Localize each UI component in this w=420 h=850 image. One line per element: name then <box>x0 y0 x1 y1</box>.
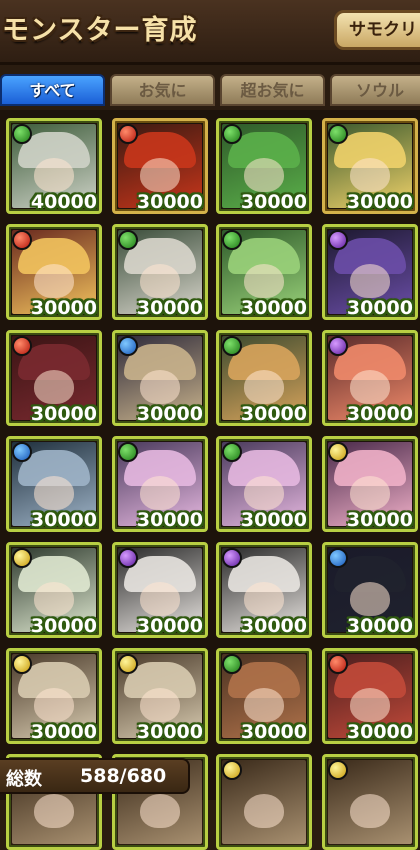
monster-level: 30000 <box>346 297 413 319</box>
light-icon <box>12 654 32 674</box>
tab-favorites[interactable]: お気に <box>110 74 215 106</box>
fire-icon <box>12 336 32 356</box>
monster-card[interactable]: 30000 <box>112 224 208 320</box>
wood-icon <box>118 442 138 462</box>
dark-icon <box>328 230 348 250</box>
light-icon <box>222 760 242 780</box>
monster-level: 30000 <box>30 721 97 743</box>
monster-level: 30000 <box>240 191 307 213</box>
monster-card[interactable]: 30000 <box>6 436 102 532</box>
monster-level: 30000 <box>136 615 203 637</box>
monster-card[interactable] <box>322 754 418 850</box>
total-count-bar: 総数 588/680 <box>0 758 190 794</box>
monster-card[interactable]: 30000 <box>6 330 102 426</box>
wood-icon <box>222 442 242 462</box>
tab-super-favorites[interactable]: 超お気に <box>220 74 325 106</box>
monster-level: 30000 <box>136 509 203 531</box>
monster-card[interactable]: 30000 <box>322 436 418 532</box>
monster-card[interactable]: 30000 <box>112 330 208 426</box>
monster-card[interactable]: 30000 <box>216 224 312 320</box>
light-icon <box>328 760 348 780</box>
monster-card[interactable]: 30000 <box>112 648 208 744</box>
monster-card[interactable]: 30000 <box>216 118 312 214</box>
tab-soul[interactable]: ソウル <box>330 74 420 106</box>
water-icon <box>328 548 348 568</box>
monster-level: 30000 <box>30 615 97 637</box>
total-label: 総数 <box>6 769 42 790</box>
monster-level: 30000 <box>136 297 203 319</box>
light-icon <box>118 654 138 674</box>
monster-level: 30000 <box>136 721 203 743</box>
monster-level: 30000 <box>30 297 97 319</box>
monster-card[interactable]: 30000 <box>6 224 102 320</box>
dark-icon <box>118 548 138 568</box>
light-icon <box>12 548 32 568</box>
wood-icon <box>222 654 242 674</box>
monster-card[interactable]: 30000 <box>6 542 102 638</box>
total-value: 588/680 <box>80 765 167 787</box>
page-title: モンスター育成 <box>2 15 198 46</box>
dark-icon <box>222 548 242 568</box>
monster-card[interactable]: 30000 <box>112 118 208 214</box>
monster-level: 30000 <box>240 721 307 743</box>
monster-level: 30000 <box>346 509 413 531</box>
monster-level: 30000 <box>240 403 307 425</box>
monster-card[interactable]: 30000 <box>322 648 418 744</box>
monster-level: 30000 <box>346 403 413 425</box>
monster-card[interactable]: 30000 <box>112 542 208 638</box>
fire-icon <box>118 124 138 144</box>
monster-card[interactable]: 30000 <box>322 542 418 638</box>
wood-icon <box>118 230 138 250</box>
tab-all[interactable]: すべて <box>0 74 105 106</box>
monster-level: 30000 <box>136 403 203 425</box>
monster-level: 40000 <box>30 191 97 213</box>
monster-card[interactable]: 30000 <box>216 436 312 532</box>
monster-level: 30000 <box>240 615 307 637</box>
monster-level: 30000 <box>240 509 307 531</box>
monster-card[interactable] <box>216 754 312 850</box>
filter-tabs: すべて お気に 超お気に ソウル <box>0 70 420 110</box>
summon-clear-button[interactable]: サモクリ <box>334 10 420 50</box>
monster-level: 30000 <box>346 615 413 637</box>
wood-icon <box>222 230 242 250</box>
wood-icon <box>222 124 242 144</box>
monster-card[interactable]: 30000 <box>216 330 312 426</box>
header: モンスター育成 サモクリ <box>0 0 420 65</box>
monster-grid: 40000 30000 30000 30000 30000 30000 30000 30000… <box>0 110 420 850</box>
monster-card[interactable]: 30000 <box>322 224 418 320</box>
monster-level: 30000 <box>30 403 97 425</box>
monster-card[interactable]: 30000 <box>216 648 312 744</box>
water-icon <box>118 336 138 356</box>
monster-level: 30000 <box>30 509 97 531</box>
wood-icon <box>12 124 32 144</box>
monster-card[interactable]: 30000 <box>6 648 102 744</box>
monster-level: 30000 <box>346 721 413 743</box>
water-icon <box>12 442 32 462</box>
monster-level: 30000 <box>346 191 413 213</box>
wood-icon <box>328 124 348 144</box>
fire-icon <box>328 654 348 674</box>
monster-card[interactable]: 30000 <box>112 436 208 532</box>
monster-card[interactable]: 30000 <box>322 330 418 426</box>
monster-card[interactable]: 30000 <box>322 118 418 214</box>
fire-icon <box>12 230 32 250</box>
monster-level: 30000 <box>240 297 307 319</box>
dark-icon <box>328 336 348 356</box>
wood-icon <box>222 336 242 356</box>
monster-level: 30000 <box>136 191 203 213</box>
monster-card[interactable]: 30000 <box>216 542 312 638</box>
monster-card[interactable]: 40000 <box>6 118 102 214</box>
light-icon <box>328 442 348 462</box>
